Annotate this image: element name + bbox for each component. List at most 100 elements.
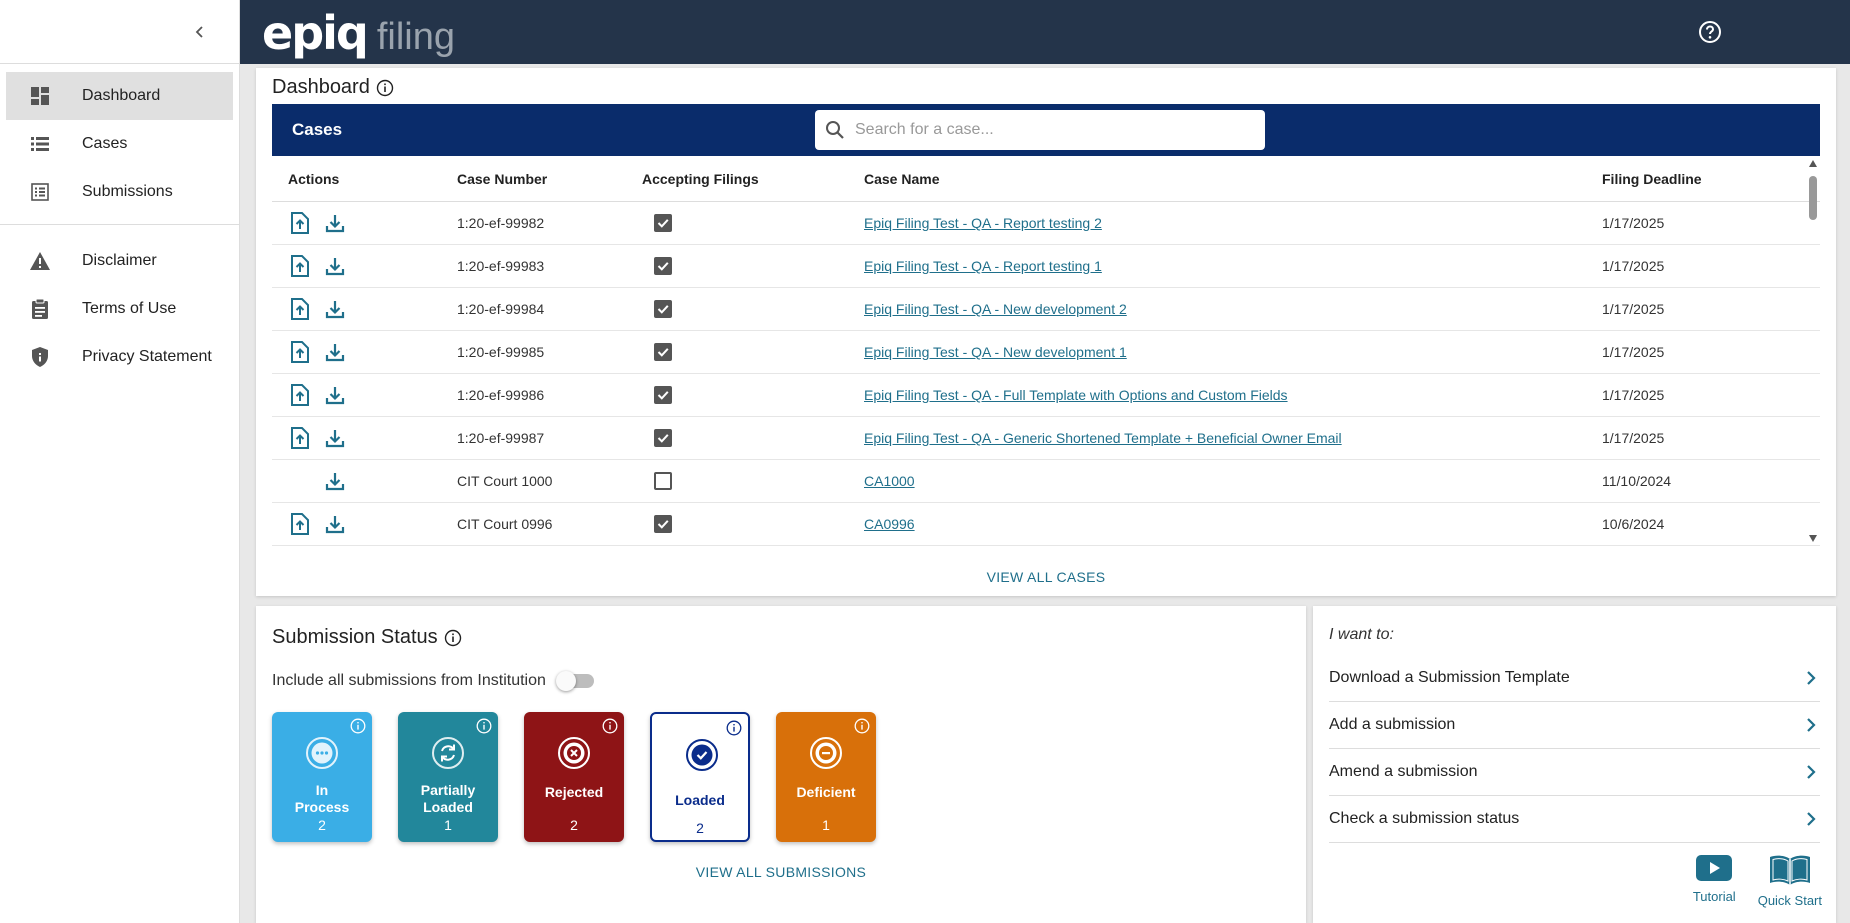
- row-actions: [272, 211, 457, 235]
- upload-submission-icon[interactable]: [288, 297, 312, 321]
- sidebar-item-dashboard[interactable]: Dashboard: [6, 72, 233, 120]
- case-number: 1:20-ef-99986: [457, 387, 545, 403]
- filing-deadline: 11/10/2024: [1602, 473, 1672, 489]
- download-template-icon[interactable]: [323, 426, 347, 450]
- quick-start-button[interactable]: Quick Start: [1758, 854, 1822, 908]
- case-number: CIT Court 0996: [457, 516, 553, 532]
- download-template-icon[interactable]: [323, 383, 347, 407]
- upload-submission-icon[interactable]: [288, 383, 312, 407]
- download-template-icon[interactable]: [323, 211, 347, 235]
- i-want-to-item-label: Add a submission: [1329, 716, 1456, 733]
- i-want-to-item[interactable]: Amend a submission: [1329, 749, 1820, 796]
- info-icon[interactable]: [350, 718, 366, 734]
- view-all-submissions-link[interactable]: VIEW ALL SUBMISSIONS: [256, 864, 1306, 880]
- accepting-filings-checkbox[interactable]: [654, 214, 672, 232]
- scroll-thumb[interactable]: [1809, 176, 1817, 220]
- case-name-link[interactable]: CA0996: [864, 516, 915, 532]
- page-title-text: Dashboard: [272, 76, 370, 98]
- accepting-filings-checkbox[interactable]: [654, 343, 672, 361]
- info-icon[interactable]: [444, 629, 462, 647]
- upload-submission-icon[interactable]: [288, 254, 312, 278]
- epiq-filing-logo[interactable]: epiq filing: [262, 6, 455, 60]
- i-want-to-title: I want to:: [1329, 626, 1394, 643]
- case-name-cell: Epiq Filing Test - QA - New development …: [864, 301, 1602, 317]
- download-template-icon[interactable]: [323, 469, 347, 493]
- info-icon[interactable]: [476, 718, 492, 734]
- accepting-filings-checkbox[interactable]: [654, 257, 672, 275]
- info-icon[interactable]: [376, 79, 394, 97]
- case-name-link[interactable]: CA1000: [864, 473, 915, 489]
- sidebar-item-cases[interactable]: Cases: [6, 120, 233, 168]
- status-tile-count: 2: [696, 820, 704, 836]
- col-filing-deadline[interactable]: Filing Deadline: [1602, 171, 1782, 187]
- download-template-icon[interactable]: [323, 254, 347, 278]
- case-name-cell: CA0996: [864, 516, 1602, 532]
- sidebar-item-disclaimer[interactable]: Disclaimer: [6, 237, 233, 285]
- sidebar-nav-group: Dashboard Cases Submissions: [0, 64, 239, 225]
- accepting-filings-checkbox[interactable]: [654, 300, 672, 318]
- accepting-filings-checkbox[interactable]: [654, 515, 672, 533]
- info-icon[interactable]: [602, 718, 618, 734]
- case-search-input[interactable]: [855, 121, 1245, 139]
- view-all-cases-link[interactable]: VIEW ALL CASES: [256, 569, 1836, 585]
- logo-main-text: epiq: [262, 6, 369, 60]
- col-case-number[interactable]: Case Number: [457, 171, 642, 187]
- status-tile-deficient[interactable]: Deficient 1: [776, 712, 876, 842]
- upload-submission-icon[interactable]: [288, 426, 312, 450]
- sidebar-item-terms[interactable]: Terms of Use: [6, 285, 233, 333]
- list-icon: [28, 132, 52, 156]
- status-tile-label: Rejected: [524, 784, 624, 801]
- case-name-link[interactable]: Epiq Filing Test - QA - Report testing 2: [864, 215, 1102, 231]
- quick-start-label: Quick Start: [1757, 893, 1822, 908]
- case-name-link[interactable]: Epiq Filing Test - QA - Full Template wi…: [864, 387, 1288, 403]
- info-icon[interactable]: [726, 720, 742, 736]
- row-actions: [272, 383, 457, 407]
- upload-submission-icon[interactable]: [288, 340, 312, 364]
- status-tile-label-line: Deficient: [796, 784, 856, 800]
- filing-deadline: 1/17/2025: [1602, 387, 1665, 403]
- resources: Tutorial Quick Start: [1671, 854, 1822, 908]
- status-tile-label-line: Loaded: [423, 799, 473, 815]
- case-name-link[interactable]: Epiq Filing Test - QA - New development …: [864, 344, 1127, 360]
- collapse-sidebar-button[interactable]: [188, 20, 212, 44]
- dashboard-icon: [28, 84, 52, 108]
- case-name-link[interactable]: Epiq Filing Test - QA - Generic Shortene…: [864, 430, 1342, 446]
- case-name-cell: Epiq Filing Test - QA - Report testing 2: [864, 215, 1602, 231]
- download-template-icon[interactable]: [323, 512, 347, 536]
- table-scrollbar[interactable]: [1806, 156, 1820, 546]
- table-row: 1:20-ef-99987 Epiq Filing Test - QA - Gen…: [272, 417, 1820, 460]
- tutorial-button[interactable]: Tutorial: [1693, 854, 1736, 908]
- sidebar-item-privacy[interactable]: Privacy Statement: [6, 333, 233, 381]
- upload-submission-icon[interactable]: [288, 512, 312, 536]
- i-want-to-item[interactable]: Add a submission: [1329, 702, 1820, 749]
- download-template-icon[interactable]: [323, 340, 347, 364]
- accepting-filings-cell: [642, 515, 864, 533]
- i-want-to-item[interactable]: Download a Submission Template: [1329, 655, 1820, 702]
- col-accepting-filings[interactable]: Accepting Filings: [642, 171, 864, 187]
- include-institution-toggle[interactable]: [555, 671, 594, 691]
- row-actions: [272, 254, 457, 278]
- status-tile-count: 1: [822, 817, 830, 833]
- row-actions: [272, 426, 457, 450]
- row-actions: [272, 340, 457, 364]
- accepting-filings-checkbox[interactable]: [654, 429, 672, 447]
- accepting-filings-checkbox[interactable]: [654, 386, 672, 404]
- case-name-link[interactable]: Epiq Filing Test - QA - Report testing 1: [864, 258, 1102, 274]
- col-case-name[interactable]: Case Name: [864, 171, 1602, 187]
- download-template-icon[interactable]: [323, 297, 347, 321]
- accepting-filings-checkbox[interactable]: [654, 472, 672, 490]
- refresh-icon: [432, 737, 464, 769]
- status-tile-partially-loaded[interactable]: Partially Loaded 1: [398, 712, 498, 842]
- scroll-up-arrow-icon[interactable]: [1809, 160, 1817, 167]
- i-want-to-item[interactable]: Check a submission status: [1329, 796, 1820, 843]
- status-tile-in-process[interactable]: In Process 2: [272, 712, 372, 842]
- upload-submission-icon[interactable]: [288, 211, 312, 235]
- info-icon[interactable]: [854, 718, 870, 734]
- status-tile-loaded[interactable]: Loaded 2: [650, 712, 750, 842]
- case-name-link[interactable]: Epiq Filing Test - QA - New development …: [864, 301, 1127, 317]
- help-button[interactable]: [1698, 20, 1722, 44]
- status-tile-rejected[interactable]: Rejected 2: [524, 712, 624, 842]
- sidebar-item-submissions[interactable]: Submissions: [6, 168, 233, 216]
- scroll-down-arrow-icon[interactable]: [1809, 535, 1817, 542]
- chevron-right-icon: [1807, 718, 1816, 732]
